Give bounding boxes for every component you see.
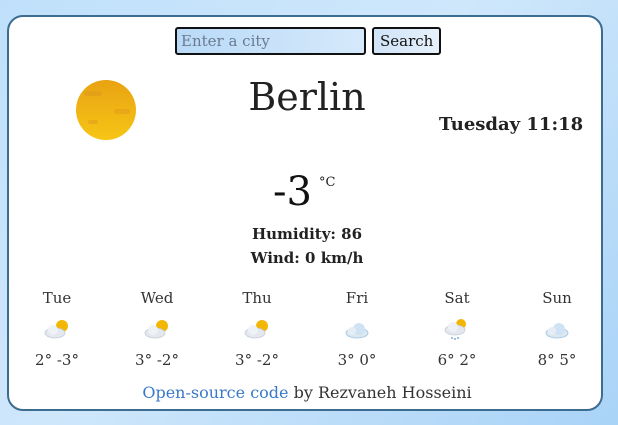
forecast-day: Sat 6° 2° xyxy=(417,289,497,369)
footer: Open-source code by Rezvaneh Hosseini xyxy=(9,383,605,402)
forecast-temps: 2° -3° xyxy=(35,351,79,369)
forecast-day: Wed 3° -2° xyxy=(117,289,197,369)
rain-icon xyxy=(444,319,466,340)
source-code-link[interactable]: Open-source code xyxy=(142,383,288,402)
forecast-day-name: Tue xyxy=(42,289,72,307)
search-form: Search xyxy=(175,27,442,55)
partly-cloudy-icon xyxy=(44,320,68,339)
forecast-day-name: Sun xyxy=(542,289,572,307)
cloudy-icon xyxy=(345,323,369,339)
cloudy-icon xyxy=(545,323,569,339)
forecast-temps: 6° 2° xyxy=(437,351,477,369)
temperature-unit: °C xyxy=(319,175,336,190)
partly-cloudy-icon xyxy=(144,320,168,339)
forecast-temps: 3° -2° xyxy=(235,351,279,369)
forecast-day: Tue 2° -3° xyxy=(17,289,97,369)
forecast-day-name: Sat xyxy=(444,289,470,307)
forecast-day-name: Wed xyxy=(140,289,174,307)
forecast-temps: 3° -2° xyxy=(135,351,179,369)
sun-icon xyxy=(76,80,136,140)
humidity-value: Humidity: 86 xyxy=(251,225,363,243)
city-name: Berlin xyxy=(248,75,366,119)
forecast-day: Thu 3° -2° xyxy=(217,289,297,369)
current-temperature: -3 xyxy=(273,169,312,215)
forecast-day: Fri 3° 0° xyxy=(317,289,397,369)
search-button[interactable]: Search xyxy=(372,27,442,55)
author-credit: by Rezvaneh Hosseini xyxy=(288,383,472,402)
current-datetime: Tuesday 11:18 xyxy=(439,114,584,135)
weather-card: Search Berlin Tuesday 11:18 -3 °C Humidi… xyxy=(7,15,603,411)
city-search-input[interactable] xyxy=(175,27,366,55)
partly-cloudy-icon xyxy=(244,320,268,339)
forecast-temps: 3° 0° xyxy=(337,351,377,369)
forecast-temps: 8° 5° xyxy=(537,351,577,369)
forecast-day-name: Fri xyxy=(345,289,369,307)
wind-value: Wind: 0 km/h xyxy=(250,249,364,267)
forecast-day: Sun 8° 5° xyxy=(517,289,597,369)
forecast-day-name: Thu xyxy=(242,289,272,307)
